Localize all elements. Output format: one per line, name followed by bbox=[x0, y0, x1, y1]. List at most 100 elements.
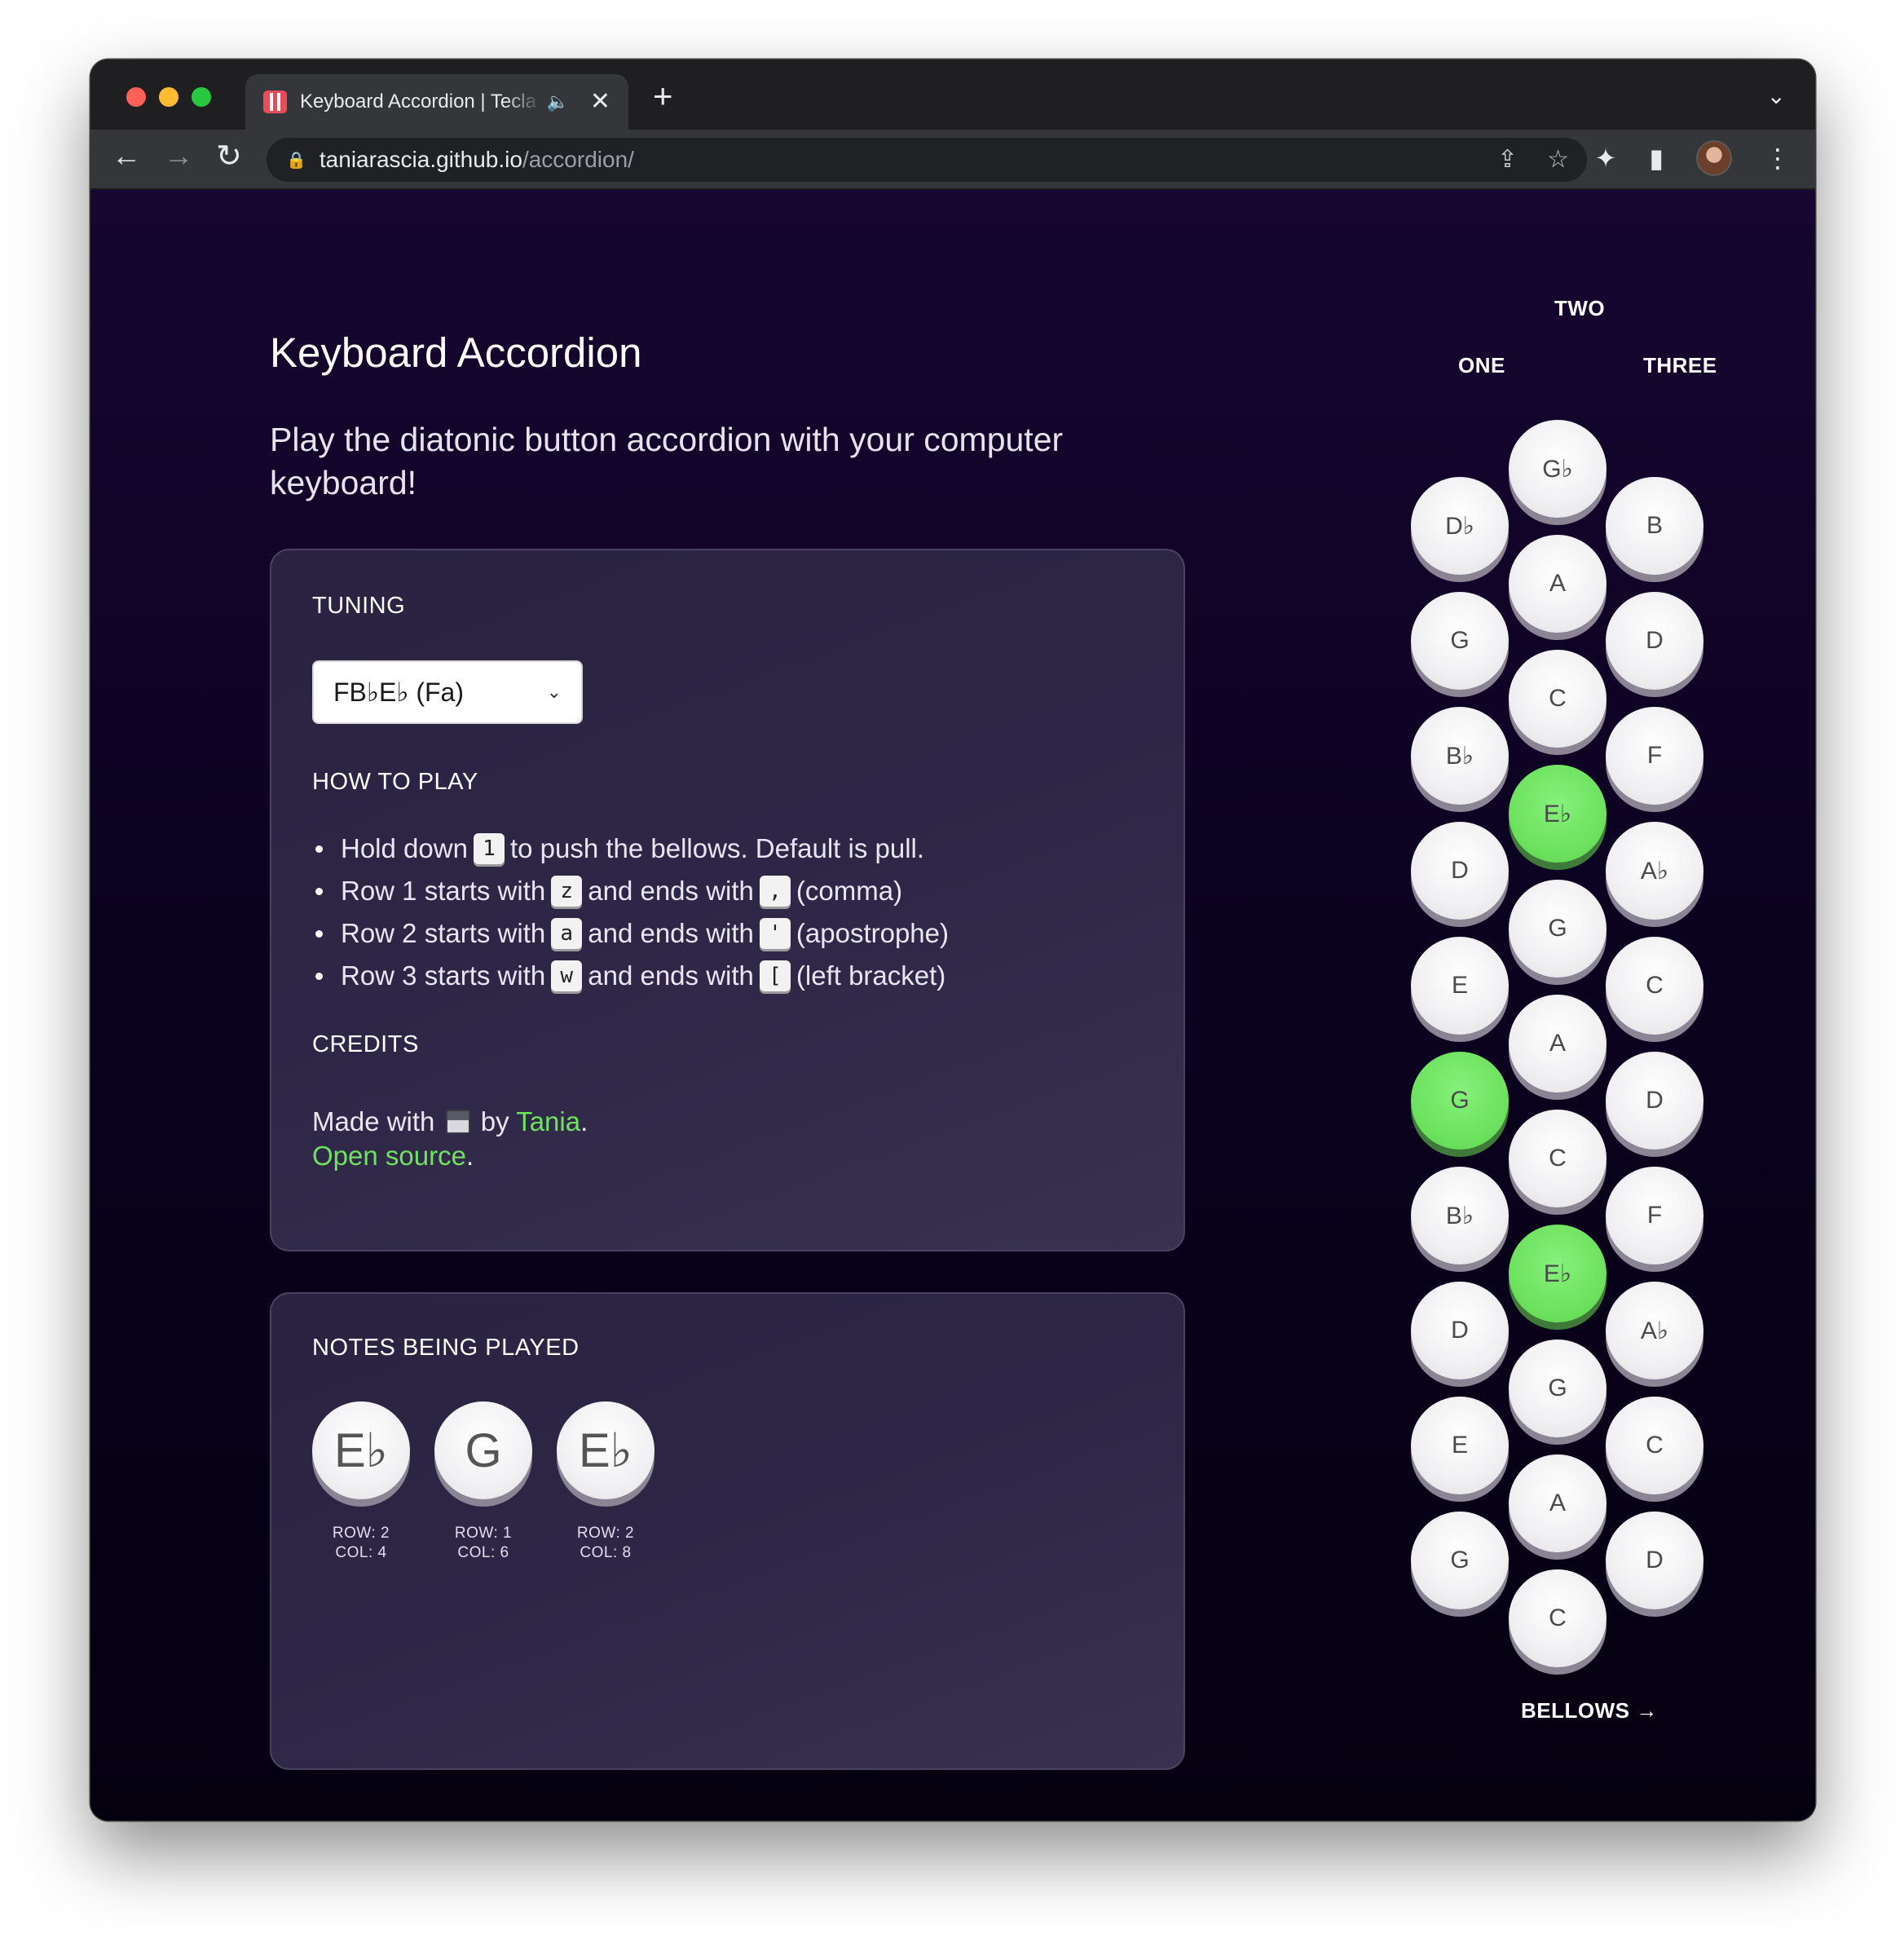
accordion-button-row1-8[interactable]: D bbox=[1411, 1282, 1509, 1379]
instruction-text: and ends with bbox=[588, 918, 754, 948]
accordion-button-row1-3[interactable]: B♭ bbox=[1411, 707, 1509, 805]
page-title: Keyboard Accordion bbox=[270, 329, 642, 376]
accordion-button-row2-2[interactable]: A bbox=[1509, 535, 1606, 633]
new-tab-button[interactable]: + bbox=[653, 79, 673, 113]
key-cap: z bbox=[551, 876, 583, 907]
credits-period: . bbox=[580, 1106, 588, 1137]
close-window-button[interactable] bbox=[126, 87, 146, 107]
bellows-button[interactable]: BELLOWS → bbox=[1521, 1698, 1658, 1724]
accordion-button-row1-1[interactable]: D♭ bbox=[1411, 477, 1509, 575]
page-subtitle: Play the diatonic button accordion with … bbox=[270, 421, 1064, 501]
how-to-play-list: Hold down 1 to push the bellows. Default… bbox=[312, 828, 949, 997]
instruction-text: (left bracket) bbox=[796, 960, 946, 991]
accordion-button-row2-8[interactable]: E♭ bbox=[1509, 1225, 1606, 1322]
instruction-text: and ends with bbox=[588, 960, 754, 991]
accordion-button-row3-9[interactable]: C bbox=[1606, 1397, 1703, 1494]
instruction-text: and ends with bbox=[588, 876, 754, 906]
accordion-button-row3-10[interactable]: D bbox=[1606, 1512, 1703, 1609]
instruction-text: Row 2 starts with bbox=[341, 918, 546, 948]
played-note-button: G bbox=[434, 1401, 532, 1499]
address-bar[interactable]: 🔒 taniarascia.github.io/accordion/ ⇪ ☆ bbox=[267, 138, 1587, 182]
maximize-window-button[interactable] bbox=[192, 87, 211, 107]
menu-kebab-icon[interactable]: ⋮ bbox=[1765, 143, 1791, 174]
credits-made-with: Made with bbox=[312, 1106, 435, 1137]
close-tab-icon[interactable]: ✕ bbox=[590, 90, 610, 114]
info-panel: TUNING FB♭E♭ (Fa) ⌄ HOW TO PLAY Hold dow… bbox=[270, 549, 1185, 1251]
played-note-button: E♭ bbox=[557, 1401, 654, 1499]
browser-tab[interactable]: Keyboard Accordion | Tecla 🔈 ✕ bbox=[245, 74, 628, 130]
accordion-button-row2-9[interactable]: G bbox=[1509, 1340, 1606, 1437]
played-note-row: ROW: 1 bbox=[454, 1525, 513, 1542]
played-note-button: E♭ bbox=[312, 1401, 410, 1499]
accordion-button-row2-1[interactable]: G♭ bbox=[1509, 420, 1606, 518]
browser-toolbar: ← → ↻ 🔒 taniarascia.github.io/accordion/… bbox=[90, 130, 1815, 190]
credits-text: Made with by Tania. Open source. bbox=[312, 1105, 588, 1173]
played-note-col: COL: 8 bbox=[580, 1544, 632, 1561]
played-note: E♭ ROW: 2 COL: 8 bbox=[557, 1401, 654, 1563]
accordion-button-row3-3[interactable]: F bbox=[1606, 707, 1703, 805]
credits-by: by bbox=[480, 1106, 509, 1137]
tab-bar: Keyboard Accordion | Tecla 🔈 ✕ + ⌄ bbox=[90, 60, 1815, 130]
bookmark-star-icon[interactable]: ☆ bbox=[1547, 145, 1569, 174]
accordion-button-row3-8[interactable]: A♭ bbox=[1606, 1282, 1703, 1379]
side-panel-icon[interactable]: ▮ bbox=[1649, 143, 1664, 174]
accordion-button-row1-2[interactable]: G bbox=[1411, 592, 1509, 690]
accordion-button-row2-11[interactable]: C bbox=[1509, 1569, 1606, 1667]
open-source-link[interactable]: Open source bbox=[312, 1141, 466, 1171]
minimize-window-button[interactable] bbox=[159, 87, 178, 107]
instruction-text: (apostrophe) bbox=[796, 918, 949, 948]
accordion-button-row1-9[interactable]: E bbox=[1411, 1397, 1509, 1494]
accordion-button-row2-5[interactable]: G bbox=[1509, 880, 1606, 978]
row-label-one: ONE bbox=[1458, 353, 1505, 377]
back-arrow-icon[interactable]: ← bbox=[112, 141, 141, 170]
toolbar-actions: ✦ ▮ ⋮ bbox=[1595, 140, 1791, 176]
speaker-icon[interactable]: 🔈 bbox=[546, 91, 568, 113]
tuning-selected-value: FB♭E♭ (Fa) bbox=[333, 677, 464, 707]
forward-arrow-icon[interactable]: → bbox=[164, 141, 193, 170]
accordion-button-row1-4[interactable]: D bbox=[1411, 822, 1509, 920]
accordion-button-row1-5[interactable]: E bbox=[1411, 937, 1509, 1035]
accordion-button-row1-10[interactable]: G bbox=[1411, 1512, 1509, 1609]
extensions-puzzle-icon[interactable]: ✦ bbox=[1595, 143, 1617, 174]
page-content: Keyboard Accordion Play the diatonic but… bbox=[90, 190, 1815, 1821]
list-item: Row 3 starts with w and ends with [ (lef… bbox=[312, 955, 949, 997]
share-icon[interactable]: ⇪ bbox=[1497, 145, 1518, 174]
author-link[interactable]: Tania bbox=[516, 1106, 580, 1137]
played-note-position: ROW: 1 COL: 6 bbox=[434, 1524, 532, 1563]
tuning-heading: TUNING bbox=[312, 593, 406, 619]
accordion-favicon-icon bbox=[263, 90, 287, 113]
played-note-col: COL: 4 bbox=[335, 1544, 387, 1561]
key-cap: 1 bbox=[473, 833, 505, 864]
accordion-button-row1-6[interactable]: G bbox=[1411, 1052, 1509, 1150]
accordion-button-row2-7[interactable]: C bbox=[1509, 1110, 1606, 1207]
profile-avatar[interactable] bbox=[1696, 140, 1732, 176]
list-item: Hold down 1 to push the bellows. Default… bbox=[312, 828, 949, 870]
accordion-button-row1-7[interactable]: B♭ bbox=[1411, 1167, 1509, 1265]
accordion-button-row2-10[interactable]: A bbox=[1509, 1454, 1606, 1552]
accordion-button-row3-4[interactable]: A♭ bbox=[1606, 822, 1703, 920]
accordion-button-row3-6[interactable]: D bbox=[1606, 1052, 1703, 1150]
accordion-button-row3-1[interactable]: B bbox=[1606, 477, 1703, 575]
instruction-text: (comma) bbox=[796, 876, 903, 906]
accordion-button-row3-2[interactable]: D bbox=[1606, 592, 1703, 690]
accordion-button-row3-5[interactable]: C bbox=[1606, 937, 1703, 1035]
reload-icon[interactable]: ↻ bbox=[216, 141, 242, 172]
tuning-select[interactable]: FB♭E♭ (Fa) ⌄ bbox=[312, 660, 583, 724]
accordion-button-row2-4[interactable]: E♭ bbox=[1509, 765, 1606, 863]
instruction-text: to push the bellows. Default is pull. bbox=[509, 833, 925, 863]
instruction-text: Hold down bbox=[341, 833, 468, 863]
key-cap: a bbox=[551, 918, 583, 949]
lock-icon[interactable]: 🔒 bbox=[286, 150, 306, 170]
played-note-row: ROW: 2 bbox=[332, 1525, 390, 1542]
floppy-disk-icon bbox=[445, 1110, 470, 1134]
tab-title: Keyboard Accordion | Tecla bbox=[299, 90, 536, 113]
credits-period: . bbox=[465, 1141, 474, 1171]
url-host: taniarascia.github.io bbox=[319, 147, 522, 172]
notes-heading: NOTES BEING PLAYED bbox=[312, 1335, 580, 1361]
played-note: E♭ ROW: 2 COL: 4 bbox=[312, 1401, 410, 1563]
played-note-col: COL: 6 bbox=[457, 1544, 509, 1561]
tab-search-chevron-icon[interactable]: ⌄ bbox=[1767, 82, 1786, 109]
accordion-button-row2-6[interactable]: A bbox=[1509, 995, 1606, 1092]
accordion-button-row2-3[interactable]: C bbox=[1509, 650, 1606, 748]
accordion-button-row3-7[interactable]: F bbox=[1606, 1167, 1703, 1265]
